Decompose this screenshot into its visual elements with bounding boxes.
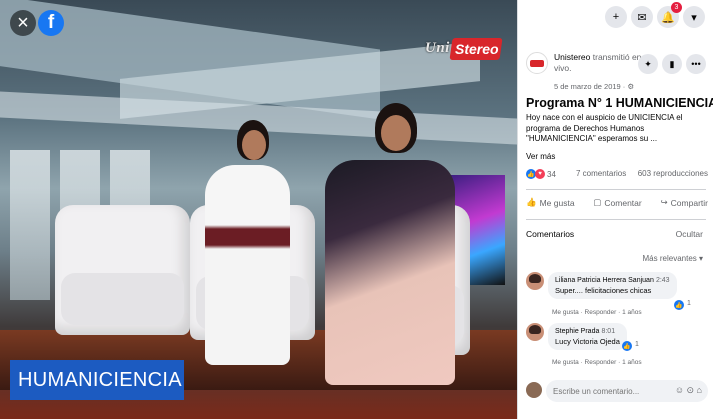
views-count: 603 reproducciones: [637, 169, 708, 178]
love-reaction-icon: ♥: [535, 169, 545, 179]
comment-bubble: Stephie Prada 8:01 Lucy Victoria Ojeda: [548, 323, 627, 350]
comments-count[interactable]: 7 comentarios: [576, 169, 626, 178]
post-title: Programa N° 1 HUMANICIENCIA: [526, 96, 713, 110]
comment-icon: ▢: [593, 197, 602, 207]
post-author-line: Unistereo transmitió en vivo.: [554, 52, 642, 73]
comment-author[interactable]: Stephie Prada: [555, 328, 599, 335]
account-menu-icon[interactable]: ▾: [683, 6, 705, 28]
comment-text: Lucy Victoria Ojeda: [555, 337, 620, 346]
comment-sort-dropdown[interactable]: Más relevantes ▾: [643, 254, 703, 263]
comment-actions[interactable]: Me gusta · Responder · 1 años: [552, 309, 642, 316]
avatar: [526, 382, 542, 398]
post-header-actions: ✦ ▮ •••: [638, 54, 706, 74]
divider: [526, 189, 706, 190]
divider: [526, 219, 706, 220]
like-button[interactable]: 👍 Me gusta: [526, 197, 575, 208]
post-stats: 👍 ♥ 34 7 comentarios 603 reproducciones: [526, 169, 708, 181]
reactions-summary[interactable]: 👍 ♥ 34: [526, 169, 556, 179]
comment-actions[interactable]: Me gusta · Responder · 1 años: [552, 359, 642, 366]
see-more-link[interactable]: Ver más: [526, 152, 555, 161]
close-icon[interactable]: ×: [10, 10, 36, 36]
share-button[interactable]: ↪ Compartir: [661, 197, 708, 208]
comment-time[interactable]: 8:01: [601, 328, 615, 335]
more-options-icon[interactable]: •••: [686, 54, 706, 74]
comment-button[interactable]: ▢ Comentar: [593, 197, 641, 208]
create-icon[interactable]: +: [605, 6, 627, 28]
comment-author[interactable]: Liliana Patricia Herrera Sanjuan: [555, 277, 654, 284]
comments-header: Comentarios: [526, 229, 575, 239]
thumbs-up-icon: 👍: [526, 197, 537, 207]
share-icon: ↪: [660, 197, 668, 207]
comment-like-icon: 👍: [674, 300, 684, 310]
avatar[interactable]: [526, 272, 544, 290]
post-date[interactable]: 5 de marzo de 2019 · ⚙: [554, 82, 634, 91]
post-body: Hoy nace con el auspicio de UNICIENCIA e…: [526, 113, 683, 143]
top-nav: + ✉ 🔔 3 ▾: [605, 2, 705, 28]
facebook-icon[interactable]: f: [38, 10, 64, 36]
host-left: [205, 165, 290, 365]
video-player[interactable]: Uni Stereo HUMANICIENCIA × f: [0, 0, 517, 419]
post-actions: 👍 Me gusta ▢ Comentar ↪ Compartir: [526, 197, 708, 208]
post-panel: + ✉ 🔔 3 ▾ Unistereo transmitió en vivo. …: [517, 0, 713, 419]
hide-comments-link[interactable]: Ocultar: [676, 229, 703, 239]
comment-like-count: 1: [687, 300, 691, 307]
avatar[interactable]: [526, 323, 544, 341]
host-right-face: [381, 115, 411, 151]
program-caption: HUMANICIENCIA: [10, 360, 184, 400]
notifications-icon[interactable]: 🔔 3: [657, 2, 682, 28]
host-left-face: [242, 130, 266, 160]
write-comment: ☺ ⊙ ⌂: [526, 380, 708, 402]
comment-bubble: Liliana Patricia Herrera Sanjuan 2:43 Su…: [548, 272, 677, 299]
comment-text: Super.... felicitaciones chicas: [555, 286, 652, 295]
notification-badge: 3: [671, 2, 682, 13]
save-icon[interactable]: ▮: [662, 54, 682, 74]
studio-chair: [55, 205, 190, 335]
unistereo-logo: Uni Stereo: [425, 38, 503, 64]
comment-time[interactable]: 2:43: [656, 277, 670, 284]
wall-panel: [10, 150, 50, 300]
comment-input-icons[interactable]: ☺ ⊙ ⌂: [675, 385, 702, 396]
host-right: [325, 160, 455, 385]
page-name-link[interactable]: Unistereo: [554, 52, 590, 62]
messenger-icon[interactable]: ✉: [631, 6, 653, 28]
page-avatar[interactable]: [526, 52, 548, 74]
pin-icon[interactable]: ✦: [638, 54, 658, 74]
comment-like-count: 1: [635, 341, 639, 348]
comment-like-icon: 👍: [622, 341, 632, 351]
